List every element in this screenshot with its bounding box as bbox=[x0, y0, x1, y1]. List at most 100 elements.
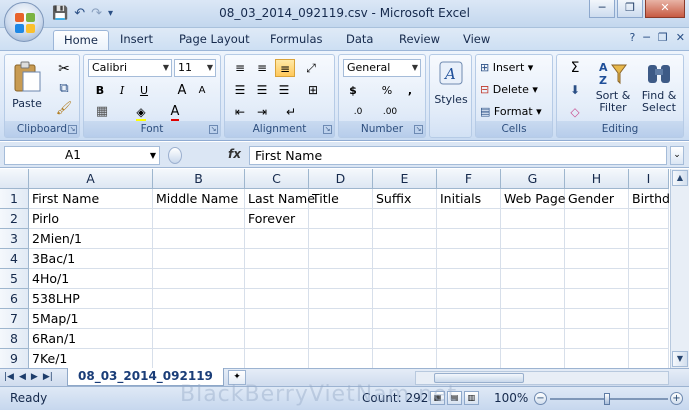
cell-e4[interactable] bbox=[373, 249, 437, 269]
cell-i5[interactable] bbox=[629, 269, 669, 289]
cell-h5[interactable] bbox=[565, 269, 629, 289]
close-button[interactable]: ✕ bbox=[645, 0, 685, 18]
cell-i9[interactable] bbox=[629, 349, 669, 369]
zoom-level[interactable]: 100% bbox=[494, 391, 528, 405]
align-bottom-icon[interactable]: ≡ bbox=[275, 59, 295, 77]
italic-button[interactable]: I bbox=[114, 82, 130, 100]
cell-c8[interactable] bbox=[245, 329, 309, 349]
cell-f6[interactable] bbox=[437, 289, 501, 309]
cell-e6[interactable] bbox=[373, 289, 437, 309]
cell-h1[interactable]: Gender bbox=[565, 189, 629, 209]
column-header-h[interactable]: H bbox=[565, 169, 629, 189]
cell-e3[interactable] bbox=[373, 229, 437, 249]
tab-page-layout[interactable]: Page Layout bbox=[169, 30, 260, 50]
tab-review[interactable]: Review bbox=[389, 30, 450, 50]
formula-input[interactable]: First Name bbox=[249, 146, 667, 165]
font-name-select[interactable]: Calibri ▼ bbox=[88, 59, 172, 77]
row-header-5[interactable]: 5 bbox=[0, 269, 29, 289]
cell-b8[interactable] bbox=[153, 329, 245, 349]
cell-h9[interactable] bbox=[565, 349, 629, 369]
fill-color-icon[interactable]: ◈ bbox=[130, 103, 152, 122]
cell-g6[interactable] bbox=[501, 289, 565, 309]
cell-a1[interactable]: First Name bbox=[29, 189, 153, 209]
cell-b4[interactable] bbox=[153, 249, 245, 269]
align-left-icon[interactable]: ☰ bbox=[231, 81, 249, 99]
sheet-tab[interactable]: 08_03_2014_092119 bbox=[67, 368, 224, 386]
cell-c6[interactable] bbox=[245, 289, 309, 309]
cell-a3[interactable]: 2Mien/1 bbox=[29, 229, 153, 249]
minimize-button[interactable]: ─ bbox=[589, 0, 615, 18]
decrease-decimal-button[interactable]: .00 bbox=[377, 103, 403, 121]
cell-d1[interactable]: Title bbox=[309, 189, 373, 209]
wrap-text-icon[interactable]: ↵ bbox=[279, 103, 303, 121]
cell-c3[interactable] bbox=[245, 229, 309, 249]
cell-d2[interactable] bbox=[309, 209, 373, 229]
cell-b2[interactable] bbox=[153, 209, 245, 229]
cell-a8[interactable]: 6Ran/1 bbox=[29, 329, 153, 349]
cell-e8[interactable] bbox=[373, 329, 437, 349]
prev-sheet-icon[interactable]: ◀ bbox=[19, 369, 26, 386]
row-header-8[interactable]: 8 bbox=[0, 329, 29, 349]
cell-i8[interactable] bbox=[629, 329, 669, 349]
cell-h3[interactable] bbox=[565, 229, 629, 249]
column-header-a[interactable]: A bbox=[29, 169, 153, 189]
expand-formula-bar-icon[interactable]: ⌄ bbox=[670, 146, 684, 165]
tab-home[interactable]: Home bbox=[53, 30, 109, 50]
scroll-down-icon[interactable]: ▼ bbox=[672, 351, 688, 367]
cell-d5[interactable] bbox=[309, 269, 373, 289]
number-launcher-icon[interactable]: ↘ bbox=[414, 125, 423, 134]
font-size-select[interactable]: 11 ▼ bbox=[174, 59, 216, 77]
cell-f4[interactable] bbox=[437, 249, 501, 269]
office-button[interactable] bbox=[4, 2, 44, 42]
zoom-knob[interactable] bbox=[604, 393, 610, 405]
row-header-9[interactable]: 9 bbox=[0, 349, 29, 369]
column-header-i[interactable]: I bbox=[629, 169, 669, 189]
horizontal-scroll-thumb[interactable] bbox=[434, 373, 524, 383]
row-header-6[interactable]: 6 bbox=[0, 289, 29, 309]
paste-button[interactable]: Paste bbox=[9, 61, 45, 110]
shrink-font-button[interactable]: A bbox=[194, 82, 210, 100]
number-format-select[interactable]: General ▼ bbox=[343, 59, 421, 77]
row-header-7[interactable]: 7 bbox=[0, 309, 29, 329]
alignment-launcher-icon[interactable]: ↘ bbox=[323, 125, 332, 134]
vertical-scrollbar[interactable]: ▲ ▼ bbox=[670, 169, 689, 369]
zoom-out-icon[interactable]: − bbox=[534, 392, 547, 405]
cell-e2[interactable] bbox=[373, 209, 437, 229]
cell-f2[interactable] bbox=[437, 209, 501, 229]
cell-e7[interactable] bbox=[373, 309, 437, 329]
grow-font-button[interactable]: A bbox=[174, 82, 190, 100]
select-all-button[interactable] bbox=[0, 169, 29, 189]
cell-h4[interactable] bbox=[565, 249, 629, 269]
cell-i6[interactable] bbox=[629, 289, 669, 309]
cell-a5[interactable]: 4Ho/1 bbox=[29, 269, 153, 289]
cell-c9[interactable] bbox=[245, 349, 309, 369]
cell-f5[interactable] bbox=[437, 269, 501, 289]
align-center-icon[interactable]: ☰ bbox=[253, 81, 271, 99]
clipboard-launcher-icon[interactable]: ↘ bbox=[68, 125, 77, 134]
cell-a6[interactable]: 538LHP bbox=[29, 289, 153, 309]
cell-i2[interactable] bbox=[629, 209, 669, 229]
insert-sheet-icon[interactable]: ✦ bbox=[228, 370, 246, 385]
cell-h6[interactable] bbox=[565, 289, 629, 309]
font-color-icon[interactable]: A bbox=[164, 103, 186, 122]
cell-f3[interactable] bbox=[437, 229, 501, 249]
ribbon-restore-icon[interactable]: ❐ bbox=[658, 31, 668, 44]
cell-g7[interactable] bbox=[501, 309, 565, 329]
cell-i3[interactable] bbox=[629, 229, 669, 249]
tab-view[interactable]: View bbox=[453, 30, 500, 50]
zoom-slider[interactable]: − + bbox=[534, 392, 684, 406]
merge-center-icon[interactable]: ⊞ bbox=[301, 81, 325, 99]
cell-c4[interactable] bbox=[245, 249, 309, 269]
percent-button[interactable]: % bbox=[379, 82, 395, 100]
formula-bar-splitter[interactable] bbox=[168, 147, 182, 164]
cell-c7[interactable] bbox=[245, 309, 309, 329]
cell-b5[interactable] bbox=[153, 269, 245, 289]
cell-b9[interactable] bbox=[153, 349, 245, 369]
font-launcher-icon[interactable]: ↘ bbox=[209, 125, 218, 134]
cell-d8[interactable] bbox=[309, 329, 373, 349]
cell-h7[interactable] bbox=[565, 309, 629, 329]
cell-a7[interactable]: 5Map/1 bbox=[29, 309, 153, 329]
cell-b3[interactable] bbox=[153, 229, 245, 249]
cell-a9[interactable]: 7Ke/1 bbox=[29, 349, 153, 369]
column-header-f[interactable]: F bbox=[437, 169, 501, 189]
